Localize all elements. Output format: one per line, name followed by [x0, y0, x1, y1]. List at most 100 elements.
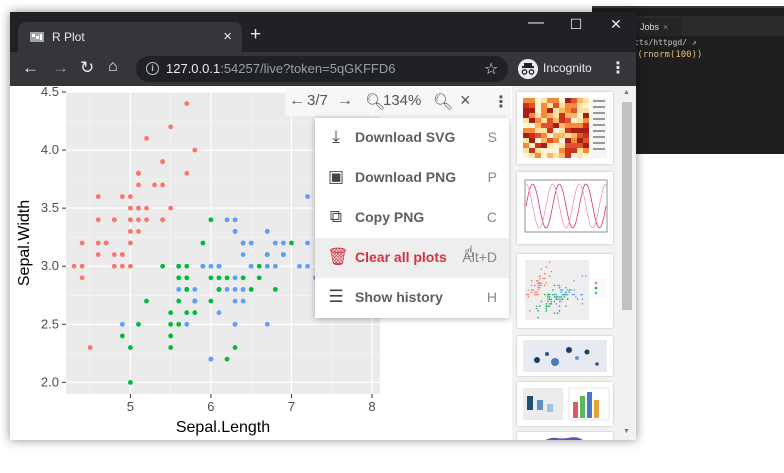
- mini-data-point: [550, 298, 553, 300]
- data-point: [176, 298, 182, 304]
- heatmap-cell: [529, 138, 535, 143]
- thumbnail-sine[interactable]: [517, 172, 613, 244]
- density-thumbnail-image: [545, 437, 583, 440]
- mini-data-point: [557, 298, 559, 300]
- heatmap-cell: [559, 138, 565, 143]
- data-point: [128, 228, 133, 234]
- heatmap-cell: [541, 98, 547, 103]
- mini-data-point: [558, 286, 561, 289]
- mini-data-point: [535, 293, 538, 296]
- heatmap-cell: [583, 153, 589, 158]
- minimize-icon[interactable]: —: [516, 14, 556, 32]
- data-point: [95, 240, 101, 246]
- browser-tab[interactable]: R Plot ×: [18, 22, 242, 52]
- heatmap-cell: [523, 113, 529, 118]
- mini-data-point: [563, 296, 566, 298]
- mini-data-point: [539, 286, 541, 289]
- menu-item-download-svg[interactable]: ⤓ Download SVG S: [315, 118, 509, 158]
- heatmap-cell: [583, 113, 589, 118]
- more-vert-icon[interactable]: ⋮: [610, 58, 626, 78]
- back-arrow-icon[interactable]: ←: [22, 58, 39, 78]
- heatmap-cell: [523, 123, 529, 128]
- more-vert-icon[interactable]: ⋮: [493, 92, 509, 112]
- menu-item-download-png[interactable]: ▣ Download PNG P: [315, 158, 509, 198]
- heatmap-cell: [529, 103, 535, 108]
- heatmap-cell: [583, 148, 589, 153]
- close-window-icon[interactable]: ✕: [596, 16, 636, 33]
- plus-icon[interactable]: +: [250, 24, 261, 46]
- address-bar[interactable]: i 127.0.0.1:54257/live?token=5qGKFFD6 ☆: [136, 56, 508, 82]
- close-icon[interactable]: ×: [460, 90, 471, 111]
- mini-data-point: [553, 284, 556, 287]
- mini-data-point: [535, 305, 538, 307]
- heatmap-cell: [577, 103, 583, 108]
- mini-data-point: [537, 284, 539, 287]
- data-point: [240, 298, 246, 304]
- heatmap-cell: [577, 108, 583, 113]
- data-point: [119, 321, 125, 327]
- prev-arrow-icon[interactable]: ←: [289, 92, 305, 110]
- mini-data-point: [558, 284, 561, 287]
- plot-menu: ⤓ Download SVG S ▣ Download PNG P ⧉ Copy…: [315, 118, 509, 318]
- heatmap-cell: [541, 133, 547, 138]
- maximize-icon[interactable]: ☐: [556, 16, 596, 33]
- thumbnail-heatmap[interactable]: [517, 92, 613, 164]
- mini-data-point: [535, 291, 538, 294]
- mini-data-point: [575, 296, 577, 298]
- scroll-up-icon[interactable]: ▲: [623, 89, 630, 96]
- ide-console-path: cts/httpgd/ ⇗: [634, 38, 697, 47]
- incognito-icon[interactable]: [518, 59, 538, 79]
- data-point: [95, 252, 101, 258]
- thumbnail-density[interactable]: [517, 432, 613, 440]
- menu-item-clear-all-plots[interactable]: 🗑︎ Clear all plots Alt+D ☝: [315, 238, 509, 278]
- heatmap-cell: [565, 128, 571, 133]
- plot-history-sidebar: ▲ ▼: [512, 86, 636, 440]
- heatmap-cell: [577, 133, 583, 138]
- heatmap-cell: [535, 133, 541, 138]
- data-point: [280, 240, 286, 246]
- close-icon[interactable]: ×: [663, 22, 668, 32]
- data-point: [184, 275, 190, 281]
- data-point: [95, 217, 101, 223]
- zoom-in-icon[interactable]: 🔍︎: [433, 92, 453, 112]
- incognito-label[interactable]: Incognito: [543, 61, 592, 75]
- next-arrow-icon[interactable]: →: [337, 92, 353, 110]
- url-host: 127.0.0.1: [166, 61, 221, 76]
- reload-icon[interactable]: ↻: [80, 58, 94, 78]
- menu-item-copy-png[interactable]: ⧉ Copy PNG C: [315, 198, 509, 238]
- scroll-down-icon[interactable]: ▼: [623, 428, 630, 435]
- heatmap-cell: [541, 128, 547, 133]
- heatmap-cell: [547, 108, 553, 113]
- heatmap-cell: [553, 153, 559, 158]
- heatmap-cell: [529, 143, 535, 148]
- heatmap-cell: [547, 138, 553, 143]
- heatmap-cell: [565, 133, 571, 138]
- mini-data-point: [581, 293, 584, 296]
- mini-data-point: [537, 316, 539, 319]
- thumbnail-bars[interactable]: [517, 382, 613, 426]
- heatmap-cell: [577, 148, 583, 153]
- data-point: [232, 275, 238, 281]
- info-icon[interactable]: i: [146, 62, 159, 75]
- ide-tab-jobs-label: Jobs: [640, 22, 660, 32]
- scrollbar-thumb[interactable]: [622, 102, 632, 310]
- heatmap-cell: [565, 148, 571, 153]
- thumbnail-bubble[interactable]: [517, 336, 613, 376]
- sidebar-scrollbar[interactable]: ▲ ▼: [620, 86, 634, 440]
- heatmap-cell: [571, 108, 577, 113]
- ide-tab-jobs[interactable]: Jobs ×: [634, 18, 682, 36]
- url-text[interactable]: 127.0.0.1:54257/live?token=5qGKFFD6: [166, 61, 395, 76]
- thumbnail-scatter[interactable]: [517, 254, 613, 328]
- data-point: [95, 194, 101, 199]
- data-point: [305, 194, 310, 199]
- heatmap-cell: [571, 133, 577, 138]
- forward-arrow-icon[interactable]: →: [52, 58, 69, 78]
- heatmap-cell: [571, 148, 577, 153]
- scatter-thumbnail-image: [525, 260, 607, 320]
- star-icon[interactable]: ☆: [484, 59, 498, 79]
- data-point: [176, 263, 182, 269]
- heatmap-cell: [547, 153, 553, 158]
- close-icon[interactable]: ×: [223, 28, 232, 45]
- home-icon[interactable]: ⌂: [108, 58, 118, 76]
- menu-item-show-history[interactable]: ☰ Show history H: [315, 278, 509, 318]
